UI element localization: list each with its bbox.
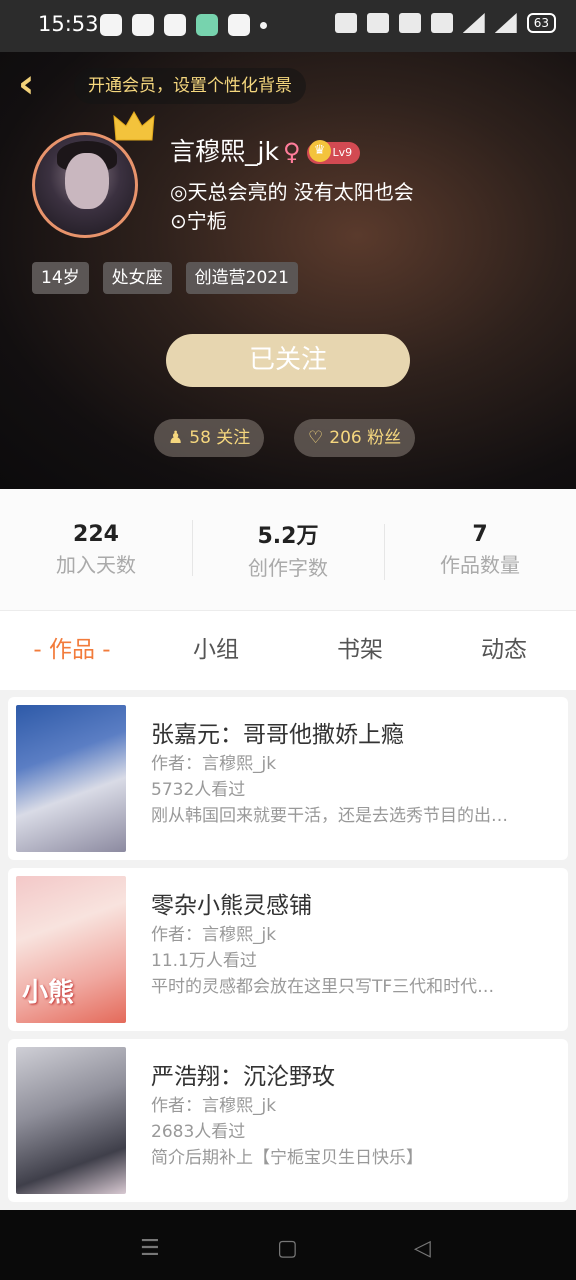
volte-icon	[430, 13, 453, 33]
work-views: 2683人看过	[151, 1122, 246, 1142]
back-icon[interactable]: ‹	[18, 64, 48, 104]
battery-indicator: 63	[526, 13, 556, 33]
signal-icon-2	[494, 13, 517, 33]
vip-background-promo[interactable]: 开通会员，设置个性化背景	[74, 68, 306, 104]
followed-button[interactable]: 已关注	[166, 334, 410, 387]
work-author: 作者：言穆熙_jk	[151, 1096, 277, 1116]
avatar[interactable]	[32, 132, 138, 238]
clock: 15:53	[38, 12, 99, 36]
notification-icons	[100, 14, 267, 36]
status-bar: 15:53 63	[0, 0, 576, 52]
work-description: 简介后期补上【宁栀宝贝生日快乐】	[151, 1148, 423, 1168]
stat-value: 224	[73, 521, 119, 547]
user-name: 言穆熙_jk	[170, 137, 279, 166]
profile-tabs: - 作品 - 小组 书架 动态	[0, 610, 576, 690]
stat-value: 5.2万	[257, 524, 319, 549]
heart-icon: ♡	[308, 428, 324, 448]
work-description: 刚从韩国回来就要干活，还是去选秀节目的出…	[151, 806, 508, 826]
signal-icon	[462, 13, 485, 33]
tag-age: 14岁	[32, 262, 89, 294]
work-views: 5732人看过	[151, 780, 246, 800]
tab-bookshelf[interactable]: 书架	[288, 611, 432, 690]
stat-label: 创作字数	[248, 556, 328, 580]
app-icon	[196, 14, 218, 36]
work-author: 作者：言穆熙_jk	[151, 925, 277, 945]
crown-icon	[113, 110, 155, 141]
system-icons: 63	[334, 13, 556, 33]
wifi-icon	[398, 13, 421, 33]
fans-count: 206 粉丝	[329, 428, 402, 448]
back-nav-icon[interactable]: ◁	[414, 1236, 431, 1261]
work-cover	[16, 1047, 126, 1194]
user-signature: ◎天总会亮的 没有太阳也会	[170, 180, 414, 204]
user-tags: 14岁 处女座 创造营2021	[32, 262, 298, 294]
tab-works[interactable]: - 作品 -	[0, 611, 144, 690]
telegram-icon	[100, 14, 122, 36]
work-author: 作者：言穆熙_jk	[151, 754, 277, 774]
wechat-icon	[164, 14, 186, 36]
fans-count-button[interactable]: ♡ 206 粉丝	[294, 419, 416, 457]
work-views: 11.1万人看过	[151, 951, 257, 971]
user-name-row: 言穆熙_jk♀Lv9	[170, 132, 361, 168]
system-nav-bar: ☰ ▢ ◁	[0, 1210, 576, 1280]
home-icon[interactable]: ▢	[277, 1236, 298, 1261]
gender-icon: ♀	[282, 138, 301, 166]
work-title: 张嘉元：哥哥他撒娇上瘾	[151, 722, 404, 748]
user-location: ⊙宁栀	[170, 209, 227, 233]
work-description: 平时的灵感都会放在这里只写TF三代和时代…	[151, 977, 495, 997]
tab-activity[interactable]: 动态	[432, 611, 576, 690]
level-badge[interactable]: Lv9	[306, 140, 361, 164]
work-card[interactable]: 小熊 零杂小熊灵感铺 作者：言穆熙_jk 11.1万人看过 平时的灵感都会放在这…	[8, 868, 568, 1031]
bluetooth-icon	[366, 13, 389, 33]
stat-works-count: 7 作品数量	[384, 521, 576, 580]
stat-join-days: 224 加入天数	[0, 522, 192, 578]
cover-text: 小熊	[22, 978, 75, 1008]
stat-label: 加入天数	[56, 552, 136, 577]
work-cover	[16, 705, 126, 852]
dot-icon	[260, 22, 267, 29]
work-title: 严浩翔：沉沦野玫	[151, 1064, 335, 1090]
add-user-icon: ♟	[168, 428, 184, 448]
stat-value: 7	[472, 521, 488, 547]
tag-interest: 创造营2021	[185, 262, 298, 294]
work-cover: 小熊	[16, 876, 126, 1023]
work-card[interactable]: 严浩翔：沉沦野玫 作者：言穆熙_jk 2683人看过 简介后期补上【宁栀宝贝生日…	[8, 1039, 568, 1202]
profile-header: ‹ 开通会员，设置个性化背景 言穆熙_jk♀Lv9 ◎天总会亮的 没有太阳也会 …	[0, 52, 576, 489]
gamepad-icon	[228, 14, 250, 36]
menu-icon[interactable]: ☰	[140, 1236, 160, 1261]
stats-bar: 224 加入天数 5.2万 创作字数 7 作品数量	[0, 489, 576, 610]
tag-zodiac: 处女座	[102, 262, 172, 294]
work-title: 零杂小熊灵感铺	[151, 893, 312, 919]
following-count: 58 关注	[189, 428, 251, 448]
tab-groups[interactable]: 小组	[144, 611, 288, 690]
stat-word-count: 5.2万 创作字数	[192, 518, 384, 581]
mute-icon	[334, 13, 357, 33]
line-icon	[132, 14, 154, 36]
work-card[interactable]: 张嘉元：哥哥他撒娇上瘾 作者：言穆熙_jk 5732人看过 刚从韩国回来就要干活…	[8, 697, 568, 860]
works-list: 张嘉元：哥哥他撒娇上瘾 作者：言穆熙_jk 5732人看过 刚从韩国回来就要干活…	[0, 690, 576, 1210]
stat-label: 作品数量	[440, 552, 520, 577]
following-count-button[interactable]: ♟ 58 关注	[154, 419, 265, 457]
